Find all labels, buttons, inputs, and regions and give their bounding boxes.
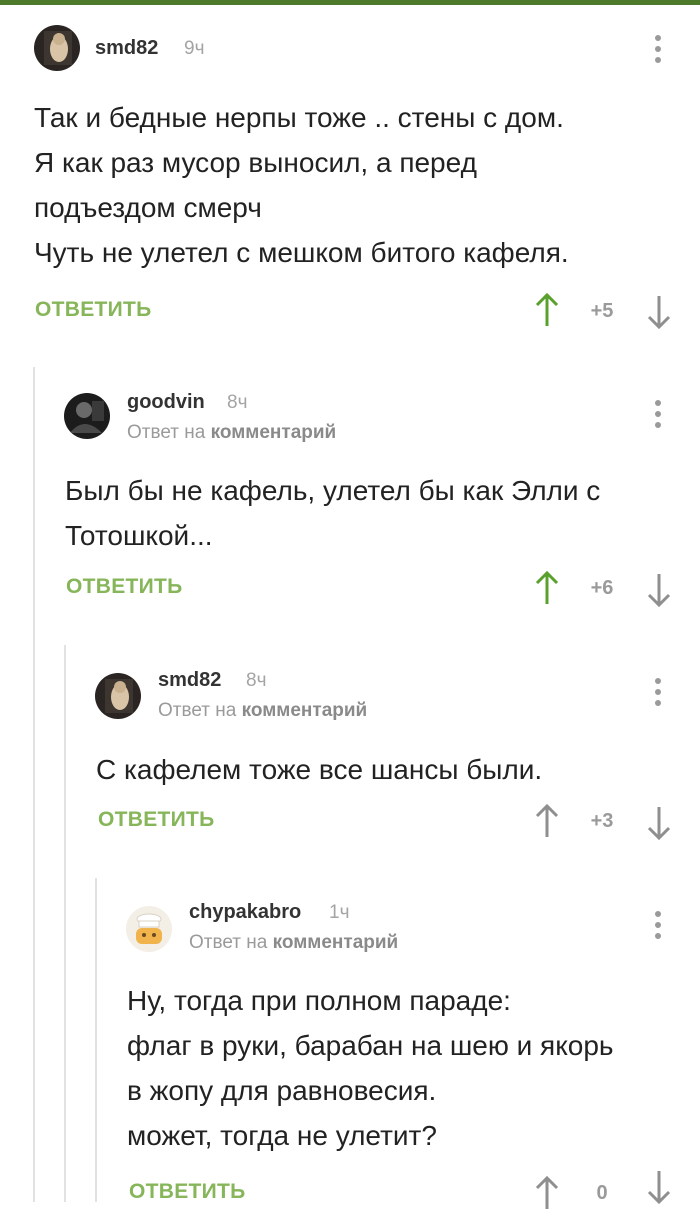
avatar[interactable] — [126, 906, 172, 952]
comment-line: Был бы не кафель, улетел бы как Элли с — [65, 475, 601, 506]
comment-line: Так и бедные нерпы тоже .. стены с дом. — [34, 102, 564, 133]
upvote-arrow-icon[interactable] — [534, 571, 560, 605]
downvote-arrow-icon[interactable] — [646, 806, 672, 840]
downvote-arrow-icon[interactable] — [646, 295, 672, 329]
downvote-arrow-icon[interactable] — [646, 573, 672, 607]
username[interactable]: smd82 — [158, 669, 221, 692]
avatar[interactable] — [64, 393, 110, 439]
comment-line: Чуть не улетел с мешком битого кафеля. — [34, 237, 569, 268]
comment: smd82 9ч Так и бедные нерпы тоже .. стен… — [0, 5, 700, 345]
downvote-arrow-icon[interactable] — [646, 1170, 672, 1204]
reply-to-comment-link[interactable]: комментарий — [211, 422, 337, 443]
thread-line — [33, 367, 35, 1202]
reply-to-comment-link[interactable]: комментарий — [242, 700, 368, 721]
more-options-icon[interactable] — [653, 678, 663, 708]
username[interactable]: goodvin — [127, 391, 205, 414]
upvote-arrow-icon[interactable] — [534, 1176, 560, 1210]
comment-line: С кафелем тоже все шансы были. — [96, 754, 543, 785]
more-options-icon[interactable] — [653, 911, 663, 941]
more-options-icon[interactable] — [653, 400, 663, 430]
comment-line: Ну, тогда при полном параде: — [127, 985, 511, 1016]
comment-line: подъездом смерч — [34, 192, 262, 223]
username[interactable]: smd82 — [95, 37, 158, 60]
reply-button[interactable]: ОТВЕТИТЬ — [66, 575, 183, 599]
comment-line: флаг в руки, барабан на шею и якорь — [127, 1030, 614, 1061]
rating-score: +5 — [590, 300, 614, 322]
reply-to: Ответ на комментарий — [189, 932, 398, 954]
reply-to: Ответ на комментарий — [127, 422, 336, 444]
timestamp: 8ч — [246, 670, 267, 691]
reply-to-comment-link[interactable]: комментарий — [273, 932, 399, 953]
comment-line: Тотошкой... — [65, 520, 213, 551]
comment: chypakabro 1ч Ответ на комментарий Ну, т… — [95, 878, 700, 1209]
avatar[interactable] — [95, 673, 141, 719]
comment-text: Так и бедные нерпы тоже .. стены с дом. … — [34, 95, 569, 275]
timestamp: 9ч — [184, 38, 205, 59]
reply-to-prefix: Ответ на — [158, 700, 237, 721]
thread-line — [64, 645, 66, 1202]
upvote-arrow-icon[interactable] — [534, 293, 560, 327]
rating-score: +6 — [590, 577, 614, 599]
rating-score: +3 — [590, 810, 614, 832]
reply-button[interactable]: ОТВЕТИТЬ — [35, 298, 152, 322]
reply-to-prefix: Ответ на — [127, 422, 206, 443]
timestamp: 1ч — [329, 902, 350, 923]
username[interactable]: chypakabro — [189, 901, 301, 924]
timestamp: 8ч — [227, 392, 248, 413]
avatar[interactable] — [34, 25, 80, 71]
reply-button[interactable]: ОТВЕТИТЬ — [129, 1180, 246, 1204]
comment-text: Был бы не кафель, улетел бы как Элли с Т… — [65, 468, 600, 558]
thread-line — [95, 878, 97, 1202]
comment-line: в жопу для равновесия. — [127, 1075, 437, 1106]
reply-button[interactable]: ОТВЕТИТЬ — [98, 808, 215, 832]
comment-line: Я как раз мусор выносил, а перед — [34, 147, 477, 178]
reply-to-prefix: Ответ на — [189, 932, 268, 953]
more-options-icon[interactable] — [653, 35, 663, 65]
comment-text: Ну, тогда при полном параде: флаг в руки… — [127, 978, 614, 1158]
reply-to: Ответ на комментарий — [158, 700, 367, 722]
comment-line: может, тогда не улетит? — [127, 1120, 437, 1151]
comment-text: С кафелем тоже все шансы были. — [96, 747, 542, 792]
upvote-arrow-icon[interactable] — [534, 804, 560, 838]
